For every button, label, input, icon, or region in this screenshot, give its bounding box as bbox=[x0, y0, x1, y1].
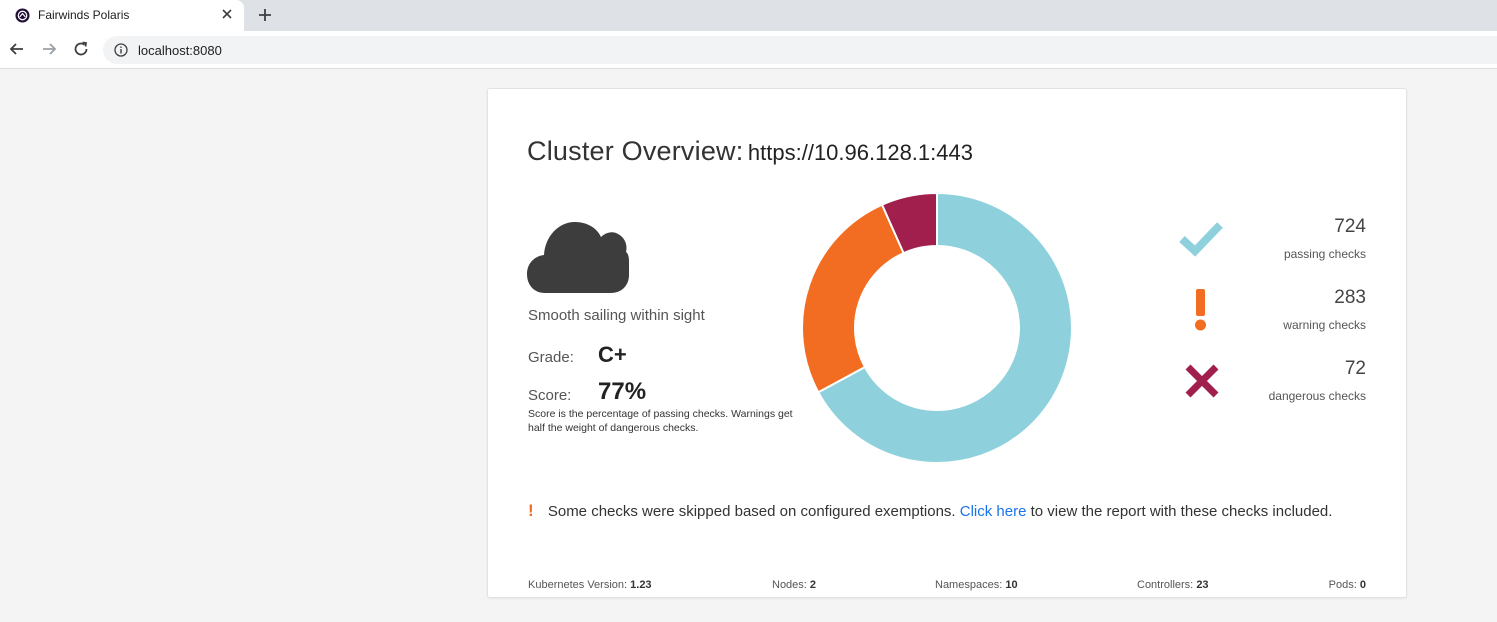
url-text: localhost:8080 bbox=[138, 43, 222, 58]
passing-count: 724 bbox=[1334, 216, 1366, 237]
polaris-favicon-icon bbox=[15, 8, 30, 23]
kubernetes-version-label: Kubernetes Version: bbox=[528, 579, 628, 591]
danger-label: dangerous checks bbox=[1268, 389, 1366, 403]
close-tab-icon[interactable] bbox=[219, 6, 235, 22]
warning-count: 283 bbox=[1334, 287, 1366, 308]
nodes-value: 2 bbox=[809, 579, 817, 591]
cloud-icon bbox=[527, 222, 629, 293]
nodes-count: Nodes: 2 bbox=[772, 579, 816, 591]
checkmark-icon bbox=[1179, 222, 1223, 257]
namespaces-label: Namespaces: bbox=[935, 579, 1003, 591]
grade-label: Grade: bbox=[528, 349, 574, 366]
danger-count: 72 bbox=[1344, 358, 1366, 379]
new-tab-icon[interactable] bbox=[256, 6, 274, 24]
warning-exclamation-icon: ! bbox=[528, 501, 534, 520]
donut-slice-warning bbox=[801, 203, 905, 394]
controllers-value: 23 bbox=[1196, 579, 1209, 591]
score-note: Score is the percentage of passing check… bbox=[528, 408, 793, 434]
cluster-url: https://10.96.128.1:443 bbox=[747, 140, 973, 165]
page-title: Cluster Overview: https://10.96.128.1:44… bbox=[527, 136, 973, 167]
score-value: 77% bbox=[598, 378, 647, 405]
warning-label: warning checks bbox=[1283, 318, 1366, 332]
cluster-stats-footer: Kubernetes Version: 1.23 Nodes: 2 Namesp… bbox=[528, 579, 1366, 595]
kubernetes-version-value: 1.23 bbox=[630, 579, 652, 591]
namespaces-value: 10 bbox=[1005, 579, 1018, 591]
score-label: Score: bbox=[528, 387, 572, 404]
pods-label: Pods: bbox=[1328, 579, 1357, 591]
passing-label: passing checks bbox=[1283, 247, 1366, 261]
notice-text-before: Some checks were skipped based on config… bbox=[547, 503, 956, 520]
pods-value: 0 bbox=[1359, 579, 1366, 591]
namespaces-count: Namespaces: 10 bbox=[935, 579, 1018, 591]
tab-strip: Fairwinds Polaris bbox=[0, 0, 1497, 31]
controllers-label: Controllers: bbox=[1137, 579, 1194, 591]
click-here-link[interactable]: Click here bbox=[960, 503, 1027, 520]
grade-value: C+ bbox=[598, 342, 627, 367]
exemptions-notice: ! Some checks were skipped based on conf… bbox=[528, 500, 1368, 523]
back-arrow-icon[interactable] bbox=[8, 40, 26, 58]
title-label: Cluster Overview: bbox=[527, 136, 744, 166]
controllers-count: Controllers: 23 bbox=[1137, 579, 1209, 591]
reload-icon[interactable] bbox=[72, 40, 90, 58]
checks-donut-chart bbox=[801, 191, 1073, 464]
notice-text-after: to view the report with these checks inc… bbox=[1030, 503, 1333, 520]
address-bar[interactable]: localhost:8080 bbox=[103, 36, 1497, 64]
browser-tab[interactable]: Fairwinds Polaris bbox=[0, 0, 244, 31]
cluster-overview-card: Cluster Overview: https://10.96.128.1:44… bbox=[487, 88, 1407, 598]
info-icon[interactable] bbox=[114, 43, 128, 57]
browser-toolbar: localhost:8080 bbox=[0, 31, 1497, 69]
x-mark-icon bbox=[1185, 364, 1219, 398]
nodes-label: Nodes: bbox=[772, 579, 807, 591]
tab-title: Fairwinds Polaris bbox=[38, 8, 130, 22]
pods-count: Pods: 0 bbox=[1329, 579, 1366, 591]
exclamation-icon bbox=[1195, 289, 1206, 331]
kubernetes-version: Kubernetes Version: 1.23 bbox=[528, 579, 652, 591]
summary-text: Smooth sailing within sight bbox=[528, 307, 705, 324]
forward-arrow-icon[interactable] bbox=[40, 40, 58, 58]
